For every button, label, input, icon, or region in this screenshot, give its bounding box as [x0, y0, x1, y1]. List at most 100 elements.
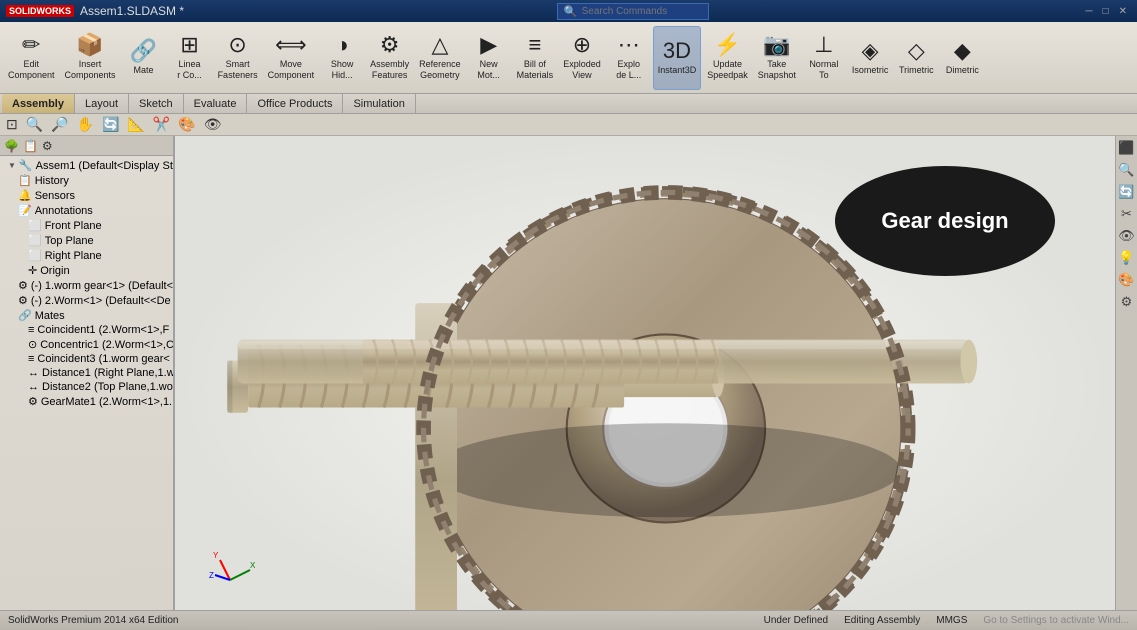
insert-components-label: Insert Components [65, 59, 116, 81]
tree-label-gearmate1: GearMate1 (2.Worm<1>,1. [41, 396, 172, 408]
appearance-icon[interactable]: 🎨 [1116, 270, 1136, 290]
show-hide-button[interactable]: ◑Show Hid... [320, 26, 364, 90]
zoom-fit-icon[interactable]: ⊡ [4, 115, 20, 134]
insert-components-button[interactable]: 📦Insert Components [61, 26, 120, 90]
explode-line-icon: ⋯ [618, 34, 640, 56]
tab-simulation[interactable]: Simulation [343, 94, 415, 113]
update-speedpak-button[interactable]: ⚡ Update Speedpak [703, 26, 752, 90]
settings-icon[interactable]: ⚙ [1119, 292, 1135, 312]
tree-label-history: History [35, 175, 69, 187]
tab-evaluate[interactable]: Evaluate [184, 94, 248, 113]
instant3d-button[interactable]: 3DInstant3D [653, 26, 702, 90]
tab-sketch[interactable]: Sketch [129, 94, 184, 113]
trimetric-button[interactable]: ◇Trimetric [894, 26, 938, 90]
normal-to-label: Normal To [809, 59, 838, 81]
search-input[interactable] [582, 6, 702, 17]
feature-tree-icon[interactable]: 🌳 [4, 139, 19, 153]
linear-component-label: Linea r Co... [177, 59, 202, 81]
window-controls: ─ □ ✕ [1081, 6, 1131, 17]
section-icon[interactable]: ✂ [1119, 204, 1134, 224]
panel-toolbar: 🌳 📋 ⚙ [0, 136, 173, 156]
coordinate-triad: Y X Z [205, 540, 245, 580]
tree-root[interactable]: ▼ 🔧 Assem1 (Default<Display State [0, 158, 173, 173]
tree-label-worm2: (-) 2.Worm<1> (Default<<De [31, 295, 171, 307]
tree-item-sensors[interactable]: 🔔Sensors [0, 188, 173, 203]
view-rotate-icon[interactable]: 🔄 [1116, 182, 1136, 202]
dimetric-icon: ◆ [954, 40, 971, 62]
new-motion-button[interactable]: ▶New Mot... [467, 26, 511, 90]
close-button[interactable]: ✕ [1115, 6, 1131, 17]
nav-tabs: AssemblyLayoutSketchEvaluateOffice Produ… [0, 94, 1137, 114]
section-view-icon[interactable]: ✂️ [151, 115, 172, 134]
hide-lines-icon[interactable]: 👁 [202, 115, 224, 134]
search-box[interactable]: 🔍 [557, 3, 709, 20]
search-icon: 🔍 [564, 5, 578, 18]
rotate-icon[interactable]: 🔄 [100, 115, 121, 134]
maximize-button[interactable]: □ [1099, 6, 1113, 17]
pan-icon[interactable]: ✋ [75, 115, 96, 134]
tree-item-origin[interactable]: ✛Origin [0, 263, 173, 278]
tree-item-history[interactable]: 📋History [0, 173, 173, 188]
svg-text:Y: Y [213, 551, 219, 560]
tree-label-distance2: Distance2 (Top Plane,1.wor [42, 381, 173, 393]
reference-geometry-button[interactable]: △Reference Geometry [415, 26, 465, 90]
isometric-button[interactable]: ◈Isometric [848, 26, 893, 90]
tree-item-distance1[interactable]: ↔Distance1 (Right Plane,1.wo [0, 366, 173, 380]
tab-office-products[interactable]: Office Products [247, 94, 343, 113]
tree-icon-worm2: ⚙ [18, 294, 28, 307]
tab-layout[interactable]: Layout [75, 94, 129, 113]
update-speedpak-icon: ⚡ [714, 34, 741, 56]
exploded-view-icon: ⊕ [573, 34, 591, 56]
tab-assembly[interactable]: Assembly [2, 94, 75, 113]
tree-item-gearmate1[interactable]: ⚙GearMate1 (2.Worm<1>,1. [0, 394, 173, 409]
tree-item-concentric1[interactable]: ⊙Concentric1 (2.Worm<1>,C [0, 337, 173, 352]
tree-label-coincident3: Coincident3 (1.worm gear< [37, 353, 169, 365]
tree-item-coincident1[interactable]: ≡Coincident1 (2.Worm<1>,F [0, 323, 173, 337]
tree-icon-top-plane: ⬜ [28, 234, 42, 247]
titlebar: SOLIDWORKS Assem1.SLDASM * 🔍 ─ □ ✕ [0, 0, 1137, 22]
property-manager-icon[interactable]: 📋 [23, 139, 38, 153]
display-icon[interactable]: 👁 [1116, 226, 1137, 246]
explode-line-button[interactable]: ⋯Explo de L... [607, 26, 651, 90]
view-cube-icon[interactable]: ⬛ [1116, 138, 1136, 158]
tree-item-distance2[interactable]: ↔Distance2 (Top Plane,1.wor [0, 380, 173, 394]
tree-item-right-plane[interactable]: ⬜Right Plane [0, 248, 173, 263]
minimize-button[interactable]: ─ [1081, 6, 1096, 17]
assembly-features-button[interactable]: ⚙Assembly Features [366, 26, 413, 90]
view-orient-icon[interactable]: 📐 [125, 115, 146, 134]
edit-component-button[interactable]: ✏Edit Component [4, 26, 59, 90]
svg-text:Z: Z [209, 571, 214, 580]
normal-to-button[interactable]: ⊥Normal To [802, 26, 846, 90]
tree-item-top-plane[interactable]: ⬜Top Plane [0, 233, 173, 248]
config-manager-icon[interactable]: ⚙ [42, 139, 53, 153]
zoom-out-icon[interactable]: 🔎 [49, 115, 70, 134]
display-style-icon[interactable]: 🎨 [176, 115, 197, 134]
tree-item-annotations[interactable]: 📝Annotations [0, 203, 173, 218]
tree-item-front-plane[interactable]: ⬜Front Plane [0, 218, 173, 233]
tree-item-worm-gear1[interactable]: ⚙(-) 1.worm gear<1> (Default< [0, 278, 173, 293]
tree-item-coincident3[interactable]: ≡Coincident3 (1.worm gear< [0, 352, 173, 366]
exploded-view-button[interactable]: ⊕Exploded View [559, 26, 605, 90]
move-component-button[interactable]: ⟺Move Component [264, 26, 319, 90]
tree-item-worm2[interactable]: ⚙(-) 2.Worm<1> (Default<<De [0, 293, 173, 308]
update-speedpak-label: Update Speedpak [707, 59, 748, 81]
linear-component-button[interactable]: ⊞Linea r Co... [168, 26, 212, 90]
instant3d-icon: 3D [663, 40, 691, 62]
tree-item-mates[interactable]: 🔗Mates [0, 308, 173, 323]
bill-of-materials-button[interactable]: ≡Bill of Materials [513, 26, 558, 90]
lighting-icon[interactable]: 💡 [1116, 248, 1136, 268]
zoom-fit-icon[interactable]: 🔍 [1116, 160, 1136, 180]
mate-icon: 🔗 [130, 40, 157, 62]
smart-fasteners-button[interactable]: ⊙Smart Fasteners [214, 26, 262, 90]
tree-icon-right-plane: ⬜ [28, 249, 42, 262]
tree-icon-coincident1: ≡ [28, 324, 34, 336]
zoom-in-icon[interactable]: 🔍 [24, 115, 45, 134]
3d-viewport[interactable]: Gear design Y X Z [175, 136, 1115, 610]
take-snapshot-button[interactable]: 📷Take Snapshot [754, 26, 800, 90]
tree-icon-concentric1: ⊙ [28, 338, 37, 351]
trimetric-label: Trimetric [899, 65, 934, 76]
dimetric-button[interactable]: ◆Dimetric [940, 26, 984, 90]
tree-label-distance1: Distance1 (Right Plane,1.wo [42, 367, 173, 379]
mate-button[interactable]: 🔗Mate [122, 26, 166, 90]
tree-icon-worm-gear1: ⚙ [18, 279, 28, 292]
